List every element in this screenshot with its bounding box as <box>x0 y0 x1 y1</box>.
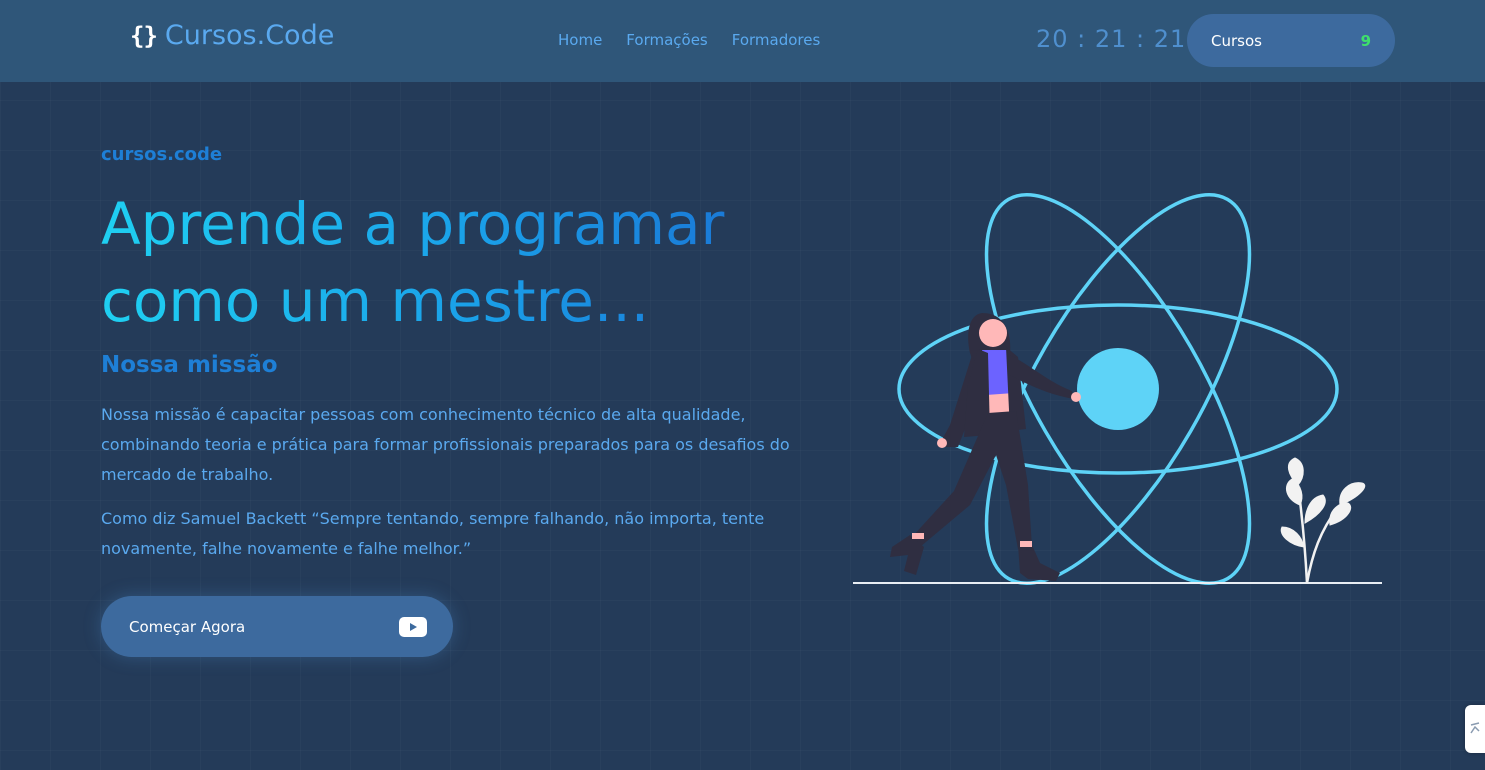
chart-icon <box>1470 722 1480 734</box>
hero-headline: Aprende a programar como um mestre... <box>101 186 801 340</box>
brand-name: Cursos.Code <box>164 20 335 51</box>
code-braces-icon: {} <box>130 21 158 50</box>
start-now-label: Começar Agora <box>129 617 246 636</box>
top-navbar: {} Cursos.Code Home Formações Formadores… <box>0 0 1485 82</box>
side-widget-tab[interactable] <box>1465 705 1485 753</box>
headline-line-2: como um mestre... <box>101 267 650 335</box>
clock-display: 20 : 21 : 21 <box>1036 25 1187 53</box>
mission-paragraph: Nossa missão é capacitar pessoas com con… <box>101 405 790 484</box>
nav-link-home[interactable]: Home <box>558 31 602 49</box>
mission-title: Nossa missão <box>101 352 278 378</box>
headline-line-1: Aprende a programar <box>101 190 725 258</box>
plant <box>1280 457 1366 584</box>
hero-eyebrow: cursos.code <box>101 144 223 165</box>
cursos-button-label: Cursos <box>1211 31 1262 50</box>
cursos-button[interactable]: Cursos 9 <box>1187 14 1395 67</box>
youtube-icon <box>399 616 427 637</box>
woman-atom-illustration <box>853 192 1382 586</box>
atom-nucleus <box>1077 348 1159 430</box>
nav-link-formacoes[interactable]: Formações <box>626 31 707 49</box>
nav-link-formadores[interactable]: Formadores <box>732 31 821 49</box>
main-nav: Home Formações Formadores <box>558 31 820 49</box>
quote-paragraph: Como diz Samuel Backett “Sempre tentando… <box>101 509 765 558</box>
cursos-count-badge: 9 <box>1360 31 1371 50</box>
brand-logo[interactable]: {} Cursos.Code <box>130 20 334 51</box>
start-now-button[interactable]: Começar Agora <box>101 596 453 657</box>
